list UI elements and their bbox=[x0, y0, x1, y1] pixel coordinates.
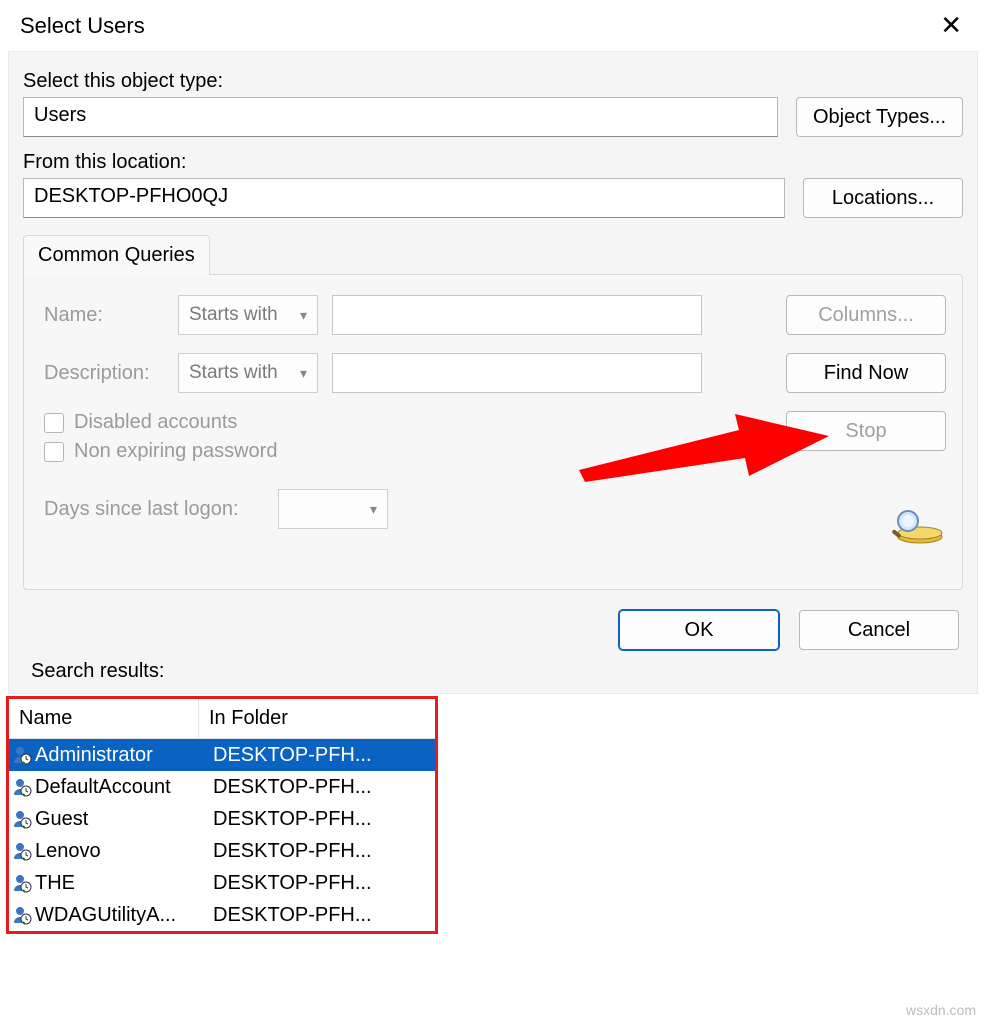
cq-desc-input[interactable] bbox=[332, 353, 702, 393]
disabled-accounts-label: Disabled accounts bbox=[74, 411, 237, 434]
find-now-button[interactable]: Find Now bbox=[786, 353, 946, 393]
location-label: From this location: bbox=[23, 151, 963, 174]
tab-panel-common-queries: Name: Starts with ▾ Description: Starts … bbox=[23, 274, 963, 590]
non-expiring-label: Non expiring password bbox=[74, 440, 277, 463]
chevron-down-icon: ▾ bbox=[300, 307, 307, 324]
cancel-button[interactable]: Cancel bbox=[799, 610, 959, 650]
table-row[interactable]: THEDESKTOP-PFH... bbox=[9, 867, 435, 899]
result-name: DefaultAccount bbox=[35, 776, 199, 799]
col-folder[interactable]: In Folder bbox=[199, 699, 435, 738]
select-users-dialog: Select Users ✕ Select this object type: … bbox=[0, 0, 986, 1024]
cq-desc-mode-combo[interactable]: Starts with ▾ bbox=[178, 353, 318, 393]
find-objects-icon bbox=[890, 503, 946, 547]
close-icon[interactable]: ✕ bbox=[930, 6, 972, 45]
cq-days-combo[interactable]: ▾ bbox=[278, 489, 388, 529]
non-expiring-row[interactable]: Non expiring password bbox=[44, 440, 756, 463]
col-name[interactable]: Name bbox=[9, 699, 199, 738]
tabset: Common Queries Name: Starts with ▾ Descr… bbox=[23, 234, 963, 590]
user-icon bbox=[9, 841, 35, 861]
result-folder: DESKTOP-PFH... bbox=[199, 808, 435, 831]
cq-desc-mode-value: Starts with bbox=[189, 362, 278, 384]
result-folder: DESKTOP-PFH... bbox=[199, 744, 435, 767]
user-icon bbox=[9, 745, 35, 765]
user-icon bbox=[9, 809, 35, 829]
dialog-title: Select Users bbox=[20, 13, 145, 39]
object-types-button[interactable]: Object Types... bbox=[796, 97, 963, 137]
cq-desc-label: Description: bbox=[44, 362, 164, 385]
user-icon bbox=[9, 777, 35, 797]
result-name: THE bbox=[35, 872, 199, 895]
table-row[interactable]: DefaultAccountDESKTOP-PFH... bbox=[9, 771, 435, 803]
non-expiring-checkbox[interactable] bbox=[44, 442, 64, 462]
stop-button[interactable]: Stop bbox=[786, 411, 946, 451]
disabled-accounts-row[interactable]: Disabled accounts bbox=[44, 411, 756, 434]
cq-name-mode-combo[interactable]: Starts with ▾ bbox=[178, 295, 318, 335]
table-row[interactable]: LenovoDESKTOP-PFH... bbox=[9, 835, 435, 867]
results-body: AdministratorDESKTOP-PFH...DefaultAccoun… bbox=[9, 739, 435, 931]
result-folder: DESKTOP-PFH... bbox=[199, 872, 435, 895]
common-queries-buttons: Columns... Find Now Stop bbox=[786, 295, 946, 547]
ok-button[interactable]: OK bbox=[619, 610, 779, 650]
result-folder: DESKTOP-PFH... bbox=[199, 904, 435, 927]
table-row[interactable]: AdministratorDESKTOP-PFH... bbox=[9, 739, 435, 771]
user-icon bbox=[9, 873, 35, 893]
result-folder: DESKTOP-PFH... bbox=[199, 840, 435, 863]
object-type-field[interactable]: Users bbox=[23, 97, 778, 137]
result-name: WDAGUtilityA... bbox=[35, 904, 199, 927]
columns-button[interactable]: Columns... bbox=[786, 295, 946, 335]
results-table: Name In Folder AdministratorDESKTOP-PFH.… bbox=[6, 696, 438, 934]
disabled-accounts-checkbox[interactable] bbox=[44, 413, 64, 433]
search-results-label: Search results: bbox=[31, 660, 963, 683]
object-type-label: Select this object type: bbox=[23, 70, 963, 93]
common-queries-form: Name: Starts with ▾ Description: Starts … bbox=[44, 295, 756, 547]
chevron-down-icon: ▾ bbox=[370, 501, 377, 518]
locations-button[interactable]: Locations... bbox=[803, 178, 963, 218]
tab-common-queries[interactable]: Common Queries bbox=[23, 235, 210, 275]
result-folder: DESKTOP-PFH... bbox=[199, 776, 435, 799]
dialog-actions: OK Cancel bbox=[27, 610, 959, 650]
result-name: Administrator bbox=[35, 744, 199, 767]
results-header: Name In Folder bbox=[9, 699, 435, 739]
table-row[interactable]: WDAGUtilityA...DESKTOP-PFH... bbox=[9, 899, 435, 931]
cq-name-mode-value: Starts with bbox=[189, 304, 278, 326]
result-name: Lenovo bbox=[35, 840, 199, 863]
table-row[interactable]: GuestDESKTOP-PFH... bbox=[9, 803, 435, 835]
client-area: Select this object type: Users Object Ty… bbox=[8, 51, 978, 694]
user-icon bbox=[9, 905, 35, 925]
titlebar: Select Users ✕ bbox=[0, 0, 986, 47]
cq-days-label: Days since last logon: bbox=[44, 498, 264, 521]
watermark: wsxdn.com bbox=[906, 1002, 976, 1018]
cq-name-input[interactable] bbox=[332, 295, 702, 335]
chevron-down-icon: ▾ bbox=[300, 365, 307, 382]
result-name: Guest bbox=[35, 808, 199, 831]
location-field[interactable]: DESKTOP-PFHO0QJ bbox=[23, 178, 785, 218]
cq-name-label: Name: bbox=[44, 304, 164, 327]
